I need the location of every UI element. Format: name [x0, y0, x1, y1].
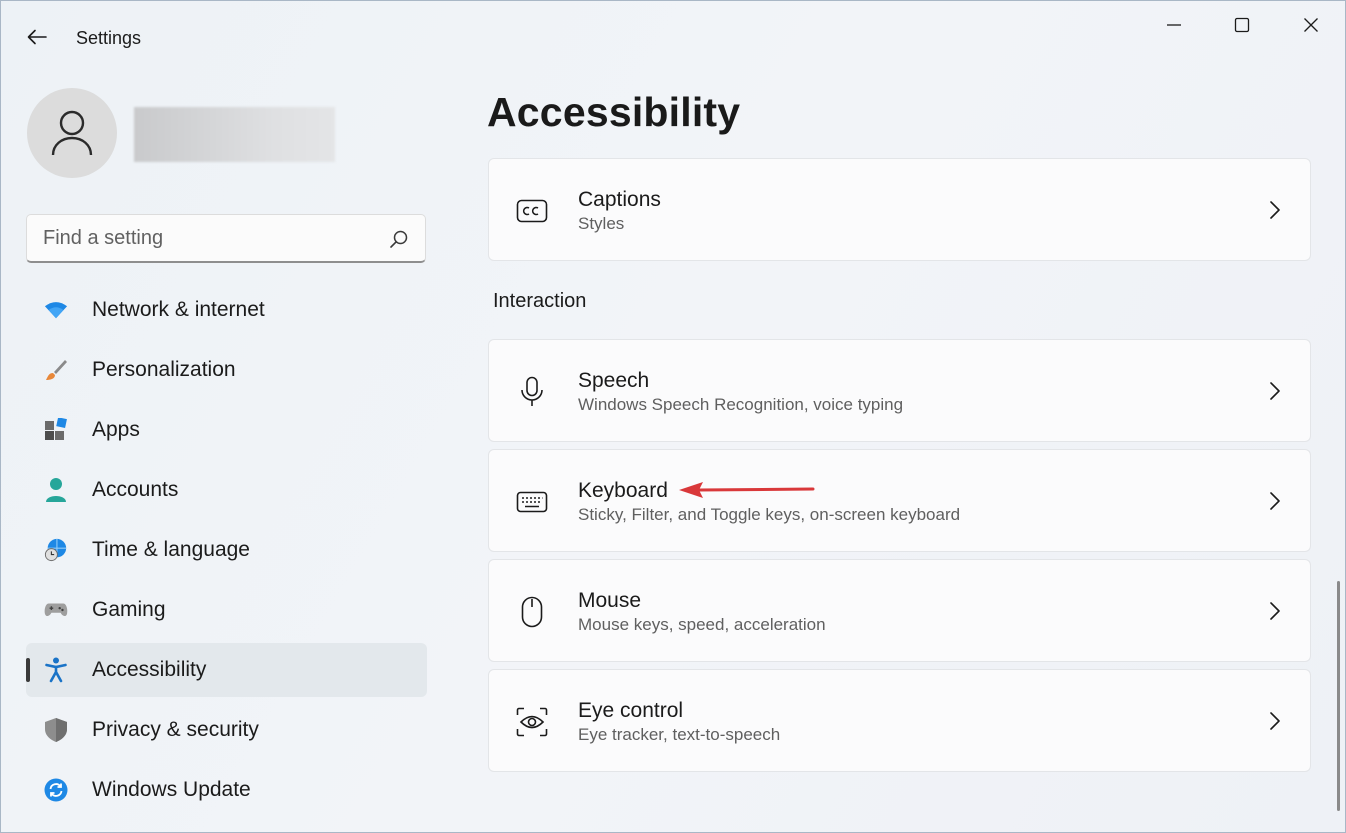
sidebar-item-label: Windows Update — [92, 778, 251, 801]
annotation-arrow-icon — [679, 482, 815, 498]
sidebar-item-windows-update[interactable]: Windows Update — [26, 763, 427, 817]
globe-clock-icon — [44, 538, 68, 562]
sidebar-item-label: Privacy & security — [92, 718, 259, 741]
chevron-right-icon — [1270, 712, 1280, 730]
sidebar-item-privacy-security[interactable]: Privacy & security — [26, 703, 427, 757]
sidebar-item-network[interactable]: Network & internet — [26, 283, 427, 337]
sidebar-item-label: Accounts — [92, 478, 179, 501]
keyboard-icon — [515, 486, 549, 518]
chevron-right-icon — [1270, 492, 1280, 510]
speech-title: Speech — [578, 369, 650, 392]
sidebar-item-apps[interactable]: Apps — [26, 403, 427, 457]
title-bar: Settings — [1, 1, 1345, 73]
mouse-card[interactable]: Mouse Mouse keys, speed, acceleration — [488, 559, 1311, 662]
sidebar-item-label: Network & internet — [92, 298, 265, 321]
sidebar-item-label: Accessibility — [92, 658, 207, 681]
sidebar-item-personalization[interactable]: Personalization — [26, 343, 427, 397]
captions-card[interactable]: Captions Styles — [488, 158, 1311, 261]
sidebar-item-label: Gaming — [92, 598, 166, 621]
captions-subtitle: Styles — [578, 214, 625, 233]
cc-icon — [515, 195, 549, 227]
search-box[interactable] — [26, 214, 426, 263]
sidebar-nav: Network & internet Personalization Apps … — [26, 283, 427, 823]
mouse-title: Mouse — [578, 589, 642, 612]
selected-indicator — [26, 658, 30, 682]
sidebar-item-accessibility[interactable]: Accessibility — [26, 643, 427, 697]
maximize-icon — [1234, 17, 1250, 33]
search-icon[interactable] — [389, 229, 409, 249]
gamepad-icon — [44, 598, 68, 622]
apps-icon — [44, 418, 68, 442]
eye-control-title: Eye control — [578, 699, 684, 722]
captions-title: Captions — [578, 188, 661, 211]
update-icon — [44, 778, 68, 802]
sidebar-item-time-language[interactable]: Time & language — [26, 523, 427, 577]
close-button[interactable] — [1288, 9, 1334, 41]
page-title: Accessibility — [487, 89, 741, 135]
chevron-right-icon — [1270, 602, 1280, 620]
back-button[interactable] — [21, 21, 53, 53]
eye-control-icon — [515, 706, 549, 738]
eye-control-subtitle: Eye tracker, text-to-speech — [578, 725, 781, 744]
shield-icon — [44, 718, 68, 742]
mouse-subtitle: Mouse keys, speed, acceleration — [578, 615, 826, 634]
brush-icon — [44, 358, 68, 382]
speech-card[interactable]: Speech Windows Speech Recognition, voice… — [488, 339, 1311, 442]
sidebar-item-label: Apps — [92, 418, 140, 441]
wifi-icon — [44, 298, 68, 322]
eye-control-card[interactable]: Eye control Eye tracker, text-to-speech — [488, 669, 1311, 772]
search-input[interactable] — [43, 226, 373, 250]
back-arrow-icon — [27, 29, 47, 45]
microphone-icon — [515, 376, 549, 408]
minimize-icon — [1167, 24, 1181, 26]
sidebar-item-label: Time & language — [92, 538, 250, 561]
avatar[interactable] — [27, 88, 117, 178]
keyboard-title: Keyboard — [578, 479, 668, 502]
maximize-button[interactable] — [1219, 9, 1265, 41]
scrollbar[interactable] — [1337, 581, 1340, 811]
close-icon — [1304, 18, 1318, 32]
sidebar-item-gaming[interactable]: Gaming — [26, 583, 427, 637]
chevron-right-icon — [1270, 382, 1280, 400]
app-title: Settings — [76, 28, 142, 48]
sidebar-item-label: Personalization — [92, 358, 236, 381]
chevron-right-icon — [1270, 201, 1280, 219]
sidebar-item-accounts[interactable]: Accounts — [26, 463, 427, 517]
speech-subtitle: Windows Speech Recognition, voice typing — [578, 395, 904, 414]
person-icon — [44, 478, 68, 502]
keyboard-subtitle: Sticky, Filter, and Toggle keys, on-scre… — [578, 505, 961, 524]
keyboard-card[interactable]: Keyboard Sticky, Filter, and Toggle keys… — [488, 449, 1311, 552]
settings-window: Settings Find a setting Network & intern… — [0, 0, 1346, 833]
accessibility-icon — [44, 657, 68, 683]
person-icon — [51, 110, 93, 156]
username-redacted — [134, 107, 335, 162]
minimize-button[interactable] — [1151, 9, 1197, 41]
section-heading-interaction: Interaction — [493, 290, 587, 312]
mouse-icon — [515, 596, 549, 628]
